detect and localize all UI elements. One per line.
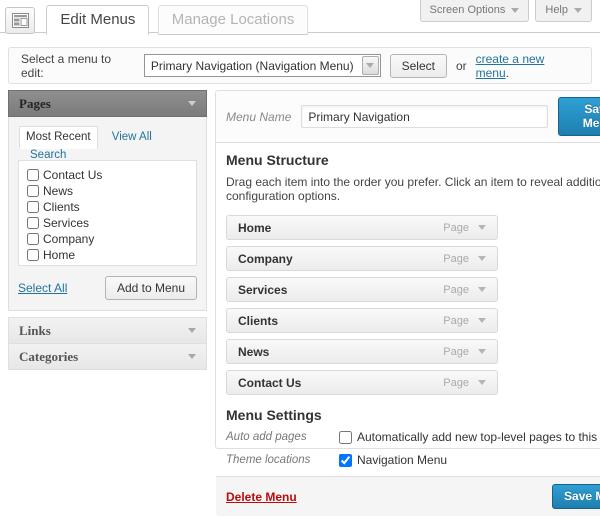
select-menu-button[interactable]: Select bbox=[390, 54, 447, 78]
menu-editor-box: Menu Name Save Menu Menu Structure Drag … bbox=[215, 90, 600, 449]
theme-location-checkbox[interactable] bbox=[339, 454, 352, 467]
menu-editor-header: Menu Name Save Menu bbox=[216, 91, 600, 143]
categories-panel-title: Categories bbox=[19, 349, 78, 365]
page-checkbox[interactable] bbox=[27, 169, 39, 181]
tab-most-recent[interactable]: Most Recent bbox=[19, 126, 98, 149]
menu-name-label: Menu Name bbox=[226, 110, 291, 124]
item-expand-icon[interactable] bbox=[478, 380, 486, 385]
categories-panel-header[interactable]: Categories bbox=[8, 343, 207, 370]
menu-structure-description: Drag each item into the order you prefer… bbox=[226, 175, 600, 203]
menu-item-news[interactable]: News Page bbox=[226, 339, 498, 364]
auto-add-pages-checkbox[interactable] bbox=[339, 431, 352, 444]
menu-select-bar: Select a menu to edit: Primary Navigatio… bbox=[8, 47, 592, 84]
add-to-menu-button[interactable]: Add to Menu bbox=[105, 276, 197, 300]
menu-editor-footer: Delete Menu Save Menu bbox=[216, 476, 600, 516]
menu-item-clients[interactable]: Clients Page bbox=[226, 308, 498, 333]
page-checkbox-item[interactable]: Home bbox=[27, 248, 188, 262]
page-checkbox[interactable] bbox=[27, 217, 39, 229]
chevron-down-icon bbox=[188, 354, 196, 359]
tab-view-all[interactable]: View All bbox=[112, 131, 152, 143]
save-menu-button-bottom[interactable]: Save Menu bbox=[552, 484, 600, 509]
auto-add-pages-option[interactable]: Automatically add new top-level pages to… bbox=[339, 430, 600, 444]
pages-panel-tabs: Most Recent View All Search bbox=[18, 126, 197, 161]
select-menu-label: Select a menu to edit: bbox=[21, 52, 135, 80]
pages-panel-header[interactable]: Pages bbox=[8, 90, 207, 117]
tab-edit-menus[interactable]: Edit Menus bbox=[46, 5, 149, 35]
page-checkbox[interactable] bbox=[27, 249, 39, 261]
page-checkbox[interactable] bbox=[27, 185, 39, 197]
page-checkbox-item[interactable]: Clients bbox=[27, 200, 188, 214]
menu-dropdown[interactable]: Primary Navigation (Navigation Menu) bbox=[144, 54, 381, 77]
menu-item-contact-us[interactable]: Contact Us Page bbox=[226, 370, 498, 395]
tab-manage-locations[interactable]: Manage Locations bbox=[158, 5, 309, 35]
auto-add-pages-row: Auto add pages Automatically add new top… bbox=[226, 430, 600, 444]
item-expand-icon[interactable] bbox=[478, 287, 486, 292]
theme-locations-row: Theme locations Navigation Menu bbox=[226, 453, 600, 467]
pages-panel-actions: Select All Add to Menu bbox=[18, 276, 197, 300]
screen-options-button[interactable]: Screen Options bbox=[420, 0, 530, 22]
pages-panel-body: Most Recent View All Search Contact Us N… bbox=[8, 117, 207, 311]
chevron-down-icon bbox=[511, 8, 519, 13]
menu-settings-title: Menu Settings bbox=[226, 407, 600, 423]
menus-screen-icon bbox=[5, 7, 35, 34]
help-label: Help bbox=[545, 4, 568, 16]
help-button[interactable]: Help bbox=[535, 0, 592, 22]
pages-panel-title: Pages bbox=[19, 96, 51, 112]
pages-checklist: Contact Us News Clients Services Company bbox=[18, 160, 197, 266]
theme-locations-option[interactable]: Navigation Menu bbox=[339, 453, 447, 467]
chevron-down-icon bbox=[574, 8, 582, 13]
page-checkbox-item[interactable]: Services bbox=[27, 216, 188, 230]
chevron-down-icon bbox=[188, 328, 196, 333]
screen-options-label: Screen Options bbox=[430, 4, 506, 16]
page-checkbox[interactable] bbox=[27, 233, 39, 245]
delete-menu-link[interactable]: Delete Menu bbox=[226, 490, 297, 504]
item-expand-icon[interactable] bbox=[478, 225, 486, 230]
item-expand-icon[interactable] bbox=[478, 349, 486, 354]
links-panel-title: Links bbox=[19, 323, 51, 339]
menu-editor-column: Menu Name Save Menu Menu Structure Drag … bbox=[215, 90, 600, 449]
admin-tab-bar: Edit Menus Manage Locations Screen Optio… bbox=[0, 0, 600, 33]
create-new-menu-link[interactable]: create a new menu bbox=[476, 52, 545, 80]
menu-editor-body: Menu Structure Drag each item into the o… bbox=[216, 143, 600, 476]
page-checkbox-item[interactable]: Contact Us bbox=[27, 168, 188, 182]
menu-item-company[interactable]: Company Page bbox=[226, 246, 498, 271]
period-text: . bbox=[506, 66, 509, 80]
menu-item-services[interactable]: Services Page bbox=[226, 277, 498, 302]
screen-meta: Screen Options Help bbox=[420, 0, 592, 22]
theme-locations-label: Theme locations bbox=[226, 453, 339, 467]
auto-add-pages-label: Auto add pages bbox=[226, 430, 339, 444]
columns: Pages Most Recent View All Search Contac… bbox=[8, 90, 592, 449]
item-expand-icon[interactable] bbox=[478, 256, 486, 261]
dropdown-arrow-icon bbox=[362, 56, 379, 75]
menu-dropdown-value: Primary Navigation (Navigation Menu) bbox=[145, 59, 362, 73]
chevron-down-icon bbox=[188, 101, 196, 106]
save-menu-button-top[interactable]: Save Menu bbox=[558, 97, 600, 136]
or-text: or bbox=[456, 59, 467, 73]
tab-search[interactable]: Search bbox=[30, 149, 66, 161]
menu-items-sidebar: Pages Most Recent View All Search Contac… bbox=[8, 90, 207, 370]
links-panel-header[interactable]: Links bbox=[8, 317, 207, 344]
page-checkbox-item[interactable]: News bbox=[27, 184, 188, 198]
select-all-link[interactable]: Select All bbox=[18, 281, 67, 295]
menu-structure-title: Menu Structure bbox=[226, 152, 600, 168]
page-checkbox-item[interactable]: Company bbox=[27, 232, 188, 246]
item-expand-icon[interactable] bbox=[478, 318, 486, 323]
menu-name-input[interactable] bbox=[301, 105, 548, 128]
page-checkbox[interactable] bbox=[27, 201, 39, 213]
menu-item-home[interactable]: Home Page bbox=[226, 215, 498, 240]
